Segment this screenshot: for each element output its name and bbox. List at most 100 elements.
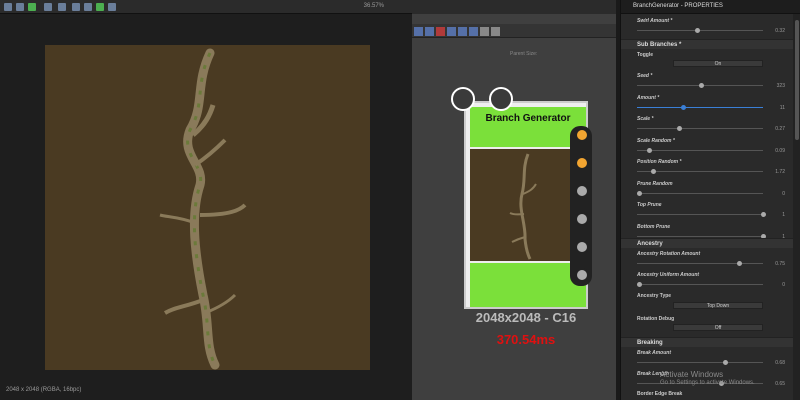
section-title: Breaking — [637, 340, 663, 346]
param-value[interactable]: 0.65 — [775, 381, 785, 387]
slider-knob[interactable] — [695, 28, 700, 33]
output-port[interactable] — [575, 128, 589, 142]
slider-knob[interactable] — [677, 126, 682, 131]
tool-icon[interactable] — [108, 3, 116, 11]
node-timing: 370.54ms — [496, 332, 556, 347]
tool-icon[interactable] — [491, 27, 500, 36]
param-value[interactable]: 0.09 — [775, 148, 785, 154]
tool-icon[interactable] — [425, 27, 434, 36]
node-footer — [470, 263, 586, 307]
param-value[interactable]: 0 — [782, 191, 785, 197]
section-sub-branches[interactable]: Sub Branches * — [621, 39, 793, 49]
param-slider[interactable] — [637, 126, 763, 131]
tool-icon[interactable] — [96, 3, 104, 11]
tool-icon[interactable] — [447, 27, 456, 36]
parent-size-label[interactable]: Parent Size: — [510, 51, 537, 57]
slider-knob[interactable] — [637, 190, 642, 196]
param-slider[interactable] — [637, 190, 763, 196]
param-value[interactable]: 0.27 — [775, 126, 785, 132]
scrollbar-thumb[interactable] — [795, 20, 799, 140]
tool-icon[interactable] — [4, 3, 12, 11]
slider-knob[interactable] — [647, 147, 652, 153]
param-label: Seed * — [637, 73, 653, 79]
grid-icon[interactable] — [44, 3, 52, 11]
output-port[interactable] — [575, 212, 589, 226]
param-value[interactable]: 0.68 — [775, 360, 785, 366]
toggle-button[interactable]: On — [673, 60, 763, 67]
param-label: Toggle — [637, 52, 654, 58]
ancestry-type-dropdown[interactable]: Top Down — [673, 302, 763, 309]
param-value[interactable]: 323 — [777, 83, 785, 89]
properties-title: BranchGenerator - PROPERTIES — [633, 3, 723, 9]
zoom-level[interactable]: 36.57% — [364, 3, 384, 9]
graph-toolbar: Parent Size: — [412, 24, 616, 57]
tool-icon[interactable] — [58, 3, 66, 11]
output-port[interactable] — [575, 156, 589, 170]
document-icon[interactable] — [451, 87, 475, 111]
slider-knob[interactable] — [681, 104, 686, 110]
section-title: Ancestry — [637, 241, 663, 247]
param-slider[interactable] — [637, 104, 763, 110]
activation-watermark: Activate Windows — [660, 370, 724, 379]
param-label: Prune Random — [637, 180, 673, 187]
param-label: Ancestry Type — [637, 293, 672, 299]
param-value[interactable]: 11 — [780, 105, 785, 111]
param-slider[interactable] — [637, 233, 766, 239]
tool-icon[interactable] — [469, 27, 478, 36]
branch-image — [159, 48, 247, 370]
param-label: Scale Random * — [637, 137, 675, 144]
output-port[interactable] — [575, 268, 589, 282]
slider-knob[interactable] — [761, 212, 766, 217]
param-slider[interactable] — [637, 261, 763, 266]
tool-icon[interactable] — [458, 27, 467, 36]
tool-icon[interactable] — [480, 27, 489, 36]
param-label: Rotation Debug — [637, 316, 675, 322]
param-slider[interactable] — [637, 83, 763, 88]
histogram-icon[interactable] — [84, 3, 92, 11]
param-label: Position Random * — [637, 159, 682, 165]
param-label: Amount * — [637, 94, 660, 101]
graph-titlebar — [412, 0, 616, 14]
param-value[interactable]: 0.32 — [775, 28, 785, 34]
checker-icon[interactable] — [489, 87, 513, 111]
param-label: Break Amount — [637, 350, 671, 356]
tool-icon[interactable] — [414, 27, 423, 36]
tool-icon[interactable] — [28, 3, 36, 11]
param-slider[interactable] — [637, 360, 763, 365]
node-thumbnail — [470, 149, 586, 261]
section-breaking[interactable]: Breaking — [621, 337, 793, 347]
param-slider[interactable] — [637, 169, 763, 174]
node-resolution: 2048x2048 - C16 — [475, 310, 577, 325]
param-slider[interactable] — [637, 147, 763, 153]
param-label: Ancestry Uniform Amount — [637, 272, 700, 278]
tool-icon[interactable] — [436, 27, 445, 36]
slider-knob[interactable] — [737, 261, 742, 266]
param-label: Scale * — [637, 116, 654, 122]
param-label: Swirl Amount * — [637, 18, 673, 24]
slider-knob[interactable] — [651, 169, 656, 174]
param-label: Bottom Prune — [637, 223, 671, 230]
param-value[interactable]: 1 — [782, 212, 785, 218]
rotation-debug-toggle[interactable]: Off — [673, 324, 763, 331]
param-label: Top Prune — [637, 202, 662, 208]
param-slider[interactable] — [637, 282, 763, 287]
info-icon[interactable] — [72, 3, 80, 11]
slider-knob[interactable] — [637, 282, 642, 287]
section-ancestry[interactable]: Ancestry — [621, 238, 793, 248]
param-value[interactable]: 0.75 — [775, 261, 785, 267]
param-value[interactable]: 0 — [782, 282, 785, 288]
tool-icon[interactable] — [16, 3, 24, 11]
slider-knob[interactable] — [723, 360, 728, 365]
viewport-toolbar: 36.57% — [0, 0, 412, 14]
param-slider[interactable] — [637, 28, 763, 33]
param-slider[interactable] — [637, 212, 766, 217]
viewport-panel: 36.57% 2048 x 2048 (RGBA, 16bpc) — [0, 0, 412, 400]
param-label: Ancestry Rotation Amount — [637, 251, 701, 257]
param-value[interactable]: 1.72 — [775, 169, 785, 175]
param-label: Border Edge Break — [637, 391, 683, 397]
output-ports — [570, 126, 592, 286]
slider-knob[interactable] — [699, 83, 704, 88]
output-port[interactable] — [575, 240, 589, 254]
output-port[interactable] — [575, 184, 589, 198]
texture-preview[interactable] — [45, 45, 370, 370]
